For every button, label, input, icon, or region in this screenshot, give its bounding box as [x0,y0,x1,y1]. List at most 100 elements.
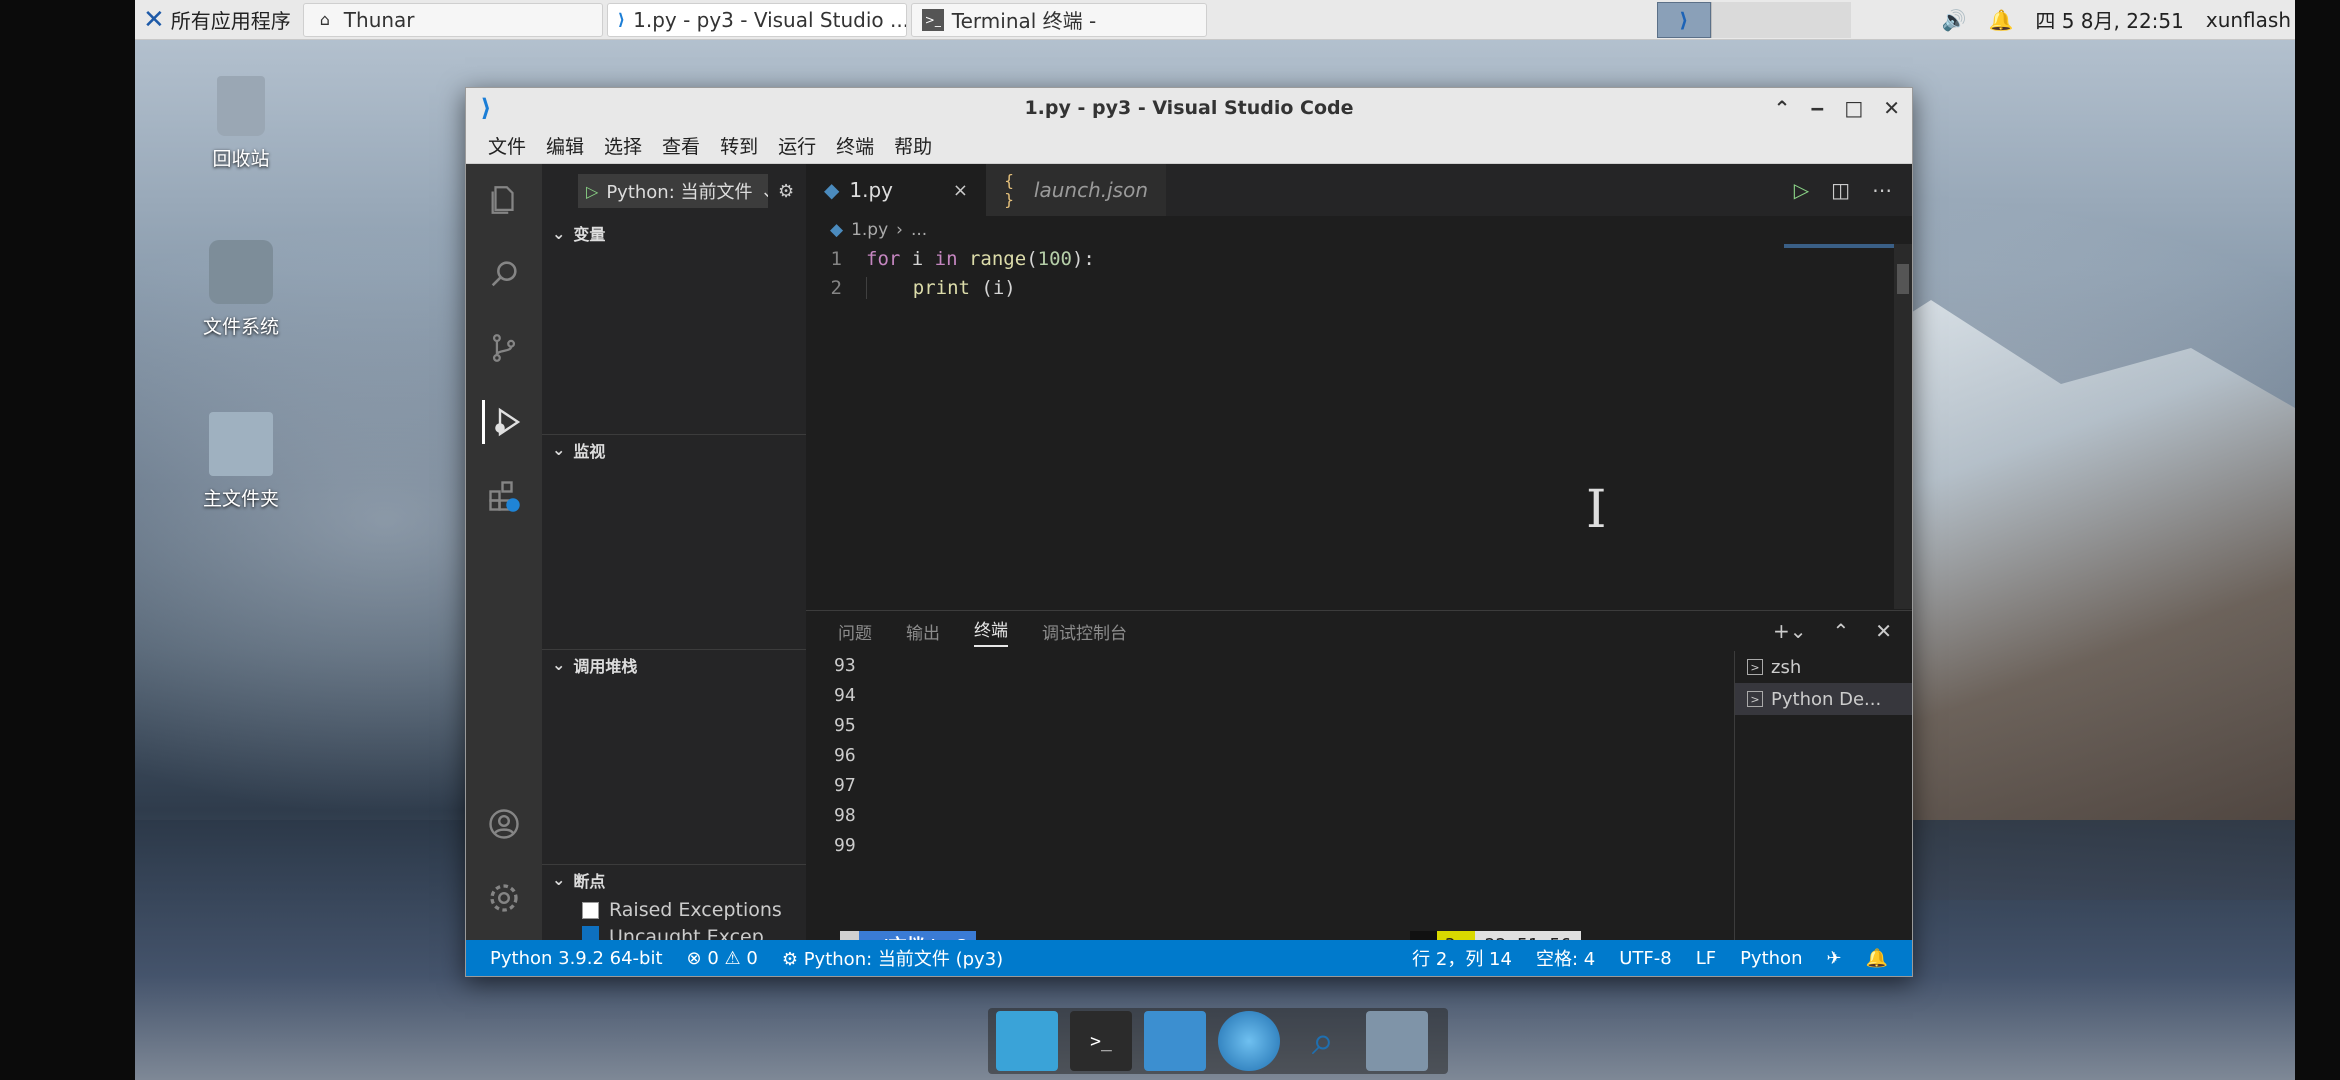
close-panel-icon[interactable]: ✕ [1875,619,1892,643]
notification-bell-icon[interactable]: 🔔 [1988,8,2013,32]
show-desktop-icon[interactable] [996,1011,1058,1071]
account-icon[interactable] [482,802,526,846]
breakpoint-raised-exceptions[interactable]: Raised Exceptions [542,894,806,926]
vscode-window: ⟩ 1.py - py3 - Visual Studio Code ⌃ ‒ □ … [465,87,1913,977]
section-watch[interactable]: ⌄ 监视 [542,434,806,464]
source-control-icon[interactable] [482,326,526,370]
close-icon[interactable]: ✕ [1883,96,1900,120]
editor-scrollbar[interactable] [1894,244,1912,609]
indentation[interactable]: 空格: 4 [1536,945,1595,971]
menu-go[interactable]: 转到 [712,130,766,161]
menu-help[interactable]: 帮助 [886,130,940,161]
explorer-icon[interactable] [482,178,526,222]
problems-count[interactable]: ⊗ 0 ⚠ 0 [687,948,758,969]
taskbar-item-vscode[interactable]: ⟩ 1.py - py3 - Visual Studio ... [606,2,907,37]
language-mode[interactable]: Python [1740,948,1802,969]
workspace-2[interactable] [1710,1,1851,38]
minimize-icon[interactable]: ‒ [1810,96,1824,120]
window-titlebar[interactable]: ⟩ 1.py - py3 - Visual Studio Code ⌃ ‒ □ … [466,88,1912,128]
search-icon[interactable] [482,252,526,296]
maximize-panel-icon[interactable]: ⌃ [1832,619,1849,643]
terminal-output[interactable]: 93 94 95 96 97 98 99 ⊠ ~/文档/py3 ✔ 3s 22:… [806,651,1736,959]
terminal-launcher-icon[interactable]: >_ [1070,1011,1132,1071]
tab-output[interactable]: 输出 [906,619,940,644]
app-finder-search-icon[interactable]: ⌕ [1292,1011,1354,1071]
split-editor-icon[interactable]: ◫ [1831,178,1850,202]
tab-debug-console[interactable]: 调试控制台 [1042,619,1127,644]
run-config-select[interactable]: ▷ Python: 当前文件 ⌄ [578,174,768,208]
menu-selection[interactable]: 选择 [596,130,650,161]
filesystem-icon [209,240,273,304]
tab-launch-json[interactable]: { } launch.json [986,164,1166,216]
menu-view[interactable]: 查看 [654,130,708,161]
python-file-icon: ◆ [830,220,844,240]
xfce-logo-icon: ✕ [143,4,165,35]
tab-problems[interactable]: 问题 [838,619,872,644]
section-breakpoints[interactable]: ⌄ 断点 [542,864,806,894]
applications-menu[interactable]: ✕ 所有应用程序 [135,0,299,40]
desktop-icon-filesystem[interactable]: 文件系统 [166,240,316,339]
volume-icon[interactable]: 🔊 [1942,8,1967,32]
menu-terminal[interactable]: 终端 [828,130,882,161]
terminal-item-zsh[interactable]: > zsh [1735,651,1912,683]
workspace-1[interactable]: ⟩ [1656,1,1711,38]
extensions-icon[interactable] [482,474,526,518]
menu-file[interactable]: 文件 [480,130,534,161]
minimap[interactable] [1784,244,1894,248]
clock[interactable]: 四 5 8月, 22:51 [2035,5,2184,34]
vscode-icon: ⟩ [617,10,626,29]
top-panel: ✕ 所有应用程序 ⌂ Thunar ⟩ 1.py - py3 - Visual … [135,0,2295,40]
settings-gear-icon[interactable] [482,876,526,920]
checkbox[interactable] [582,901,599,919]
terminal-icon: > [1747,659,1763,675]
vscode-logo-icon: ⟩ [480,94,492,122]
chevron-down-icon: ⌄ [761,181,769,202]
debug-icon: ⚙ [781,949,798,970]
desktop-icon-home[interactable]: 主文件夹 [166,412,316,511]
python-interpreter[interactable]: Python 3.9.2 64-bit [490,948,663,969]
menu-edit[interactable]: 编辑 [538,130,592,161]
debug-config-gear-icon[interactable]: ⚙ [778,181,794,202]
tab-terminal[interactable]: 终端 [974,616,1008,647]
python-file-icon: ◆ [824,178,840,202]
terminal-icon: > [1747,691,1763,707]
user-menu[interactable]: xunflash [2206,8,2291,32]
taskbar-item-terminal[interactable]: >_ Terminal 终端 - [910,2,1207,37]
window-title: 1.py - py3 - Visual Studio Code [1024,97,1354,119]
web-browser-icon[interactable] [1218,1011,1280,1071]
new-terminal-icon[interactable]: +⌄ [1773,619,1807,643]
desktop-icon-trash[interactable]: 回收站 [166,76,316,171]
run-file-icon[interactable]: ▷ [1794,178,1809,202]
activity-bar [466,164,542,940]
maximize-icon[interactable]: □ [1844,96,1863,120]
menu-run[interactable]: 运行 [770,130,824,161]
dock: >_ ⌕ [988,1008,1448,1074]
debug-status[interactable]: ⚙ Python: 当前文件 (py3) [782,945,1003,971]
code-editor[interactable]: 1 for i in range ( 100 ): 2 print (i) I [806,244,1912,609]
end-of-line[interactable]: LF [1696,948,1716,969]
chevron-right-icon: › [896,220,903,240]
taskbar-item-thunar[interactable]: ⌂ Thunar [302,2,603,37]
file-manager-launcher-icon[interactable] [1144,1011,1206,1071]
close-tab-icon[interactable]: × [953,180,968,201]
feedback-icon[interactable]: ✈ [1826,948,1841,969]
text-cursor-icon: I [1586,480,1607,540]
window-shade-icon[interactable]: ⌃ [1774,96,1791,120]
code-line: 1 for i in range ( 100 ): [830,247,1095,270]
menu-bar: 文件 编辑 选择 查看 转到 运行 终端 帮助 [466,128,1912,164]
thunar-icon: ⌂ [319,10,330,29]
chevron-down-icon: ⌄ [552,223,566,243]
terminal-item-python-debug[interactable]: > Python De... [1735,683,1912,715]
terminal-list: > zsh > Python De... [1734,651,1912,940]
section-callstack[interactable]: ⌄ 调用堆栈 [542,649,806,679]
encoding[interactable]: UTF-8 [1619,948,1671,969]
run-debug-icon[interactable] [482,400,526,444]
tab-1py[interactable]: ◆ 1.py × [806,164,986,216]
cursor-position[interactable]: 行 2，列 14 [1412,945,1512,971]
section-variables[interactable]: ⌄ 变量 [542,218,806,248]
folder-icon[interactable] [1366,1011,1428,1071]
notifications-bell-icon[interactable]: 🔔 [1866,948,1888,969]
start-debugging-icon[interactable]: ▷ [586,182,598,201]
more-actions-icon[interactable]: ⋯ [1872,178,1892,202]
bottom-panel: 问题 输出 终端 调试控制台 +⌄ ⌃ ✕ 93 94 95 96 97 98 [806,610,1912,959]
